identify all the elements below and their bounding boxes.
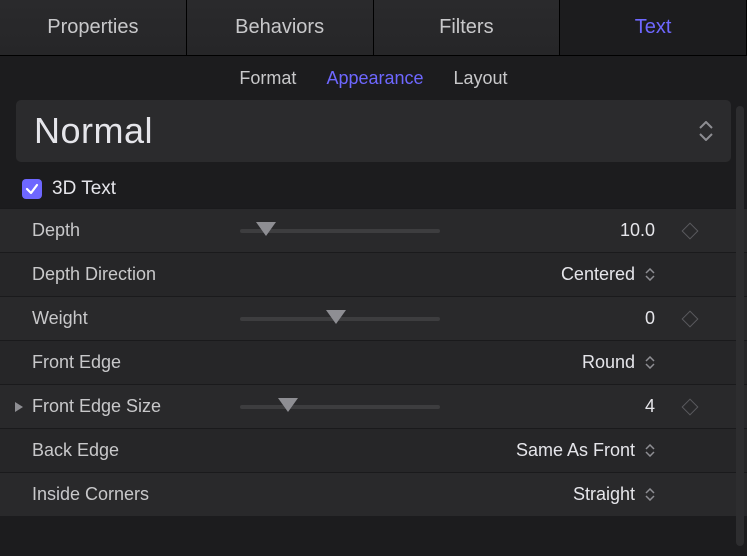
sub-tab-bar: Format Appearance Layout: [0, 60, 747, 96]
param-label: Front Edge: [32, 352, 121, 373]
select-depth-direction[interactable]: Centered: [475, 264, 655, 285]
row-front-edge-size: Front Edge Size 4: [0, 384, 747, 428]
param-label: Front Edge Size: [32, 396, 161, 417]
param-label: Weight: [32, 308, 88, 329]
keyframe-icon[interactable]: [682, 222, 699, 239]
slider-thumb[interactable]: [326, 310, 346, 324]
value-front-edge-size[interactable]: 4: [475, 396, 655, 417]
tab-properties[interactable]: Properties: [0, 0, 187, 55]
param-label: Depth Direction: [32, 264, 156, 285]
param-label: Back Edge: [32, 440, 119, 461]
select-front-edge[interactable]: Round: [475, 352, 655, 373]
keyframe-icon[interactable]: [682, 310, 699, 327]
slider-thumb[interactable]: [256, 222, 276, 236]
section-header-3d-text: 3D Text: [0, 172, 747, 208]
row-depth: Depth 10.0: [0, 208, 747, 252]
tab-behaviors[interactable]: Behaviors: [187, 0, 374, 55]
disclosure-triangle-icon[interactable]: [14, 401, 28, 413]
row-inside-corners: Inside Corners Straight: [0, 472, 747, 516]
select-back-edge[interactable]: Same As Front: [475, 440, 655, 461]
value-weight[interactable]: 0: [475, 308, 655, 329]
slider-thumb[interactable]: [278, 398, 298, 412]
section-title: 3D Text: [52, 178, 116, 200]
preset-label: Normal: [34, 110, 153, 152]
chevron-up-down-icon: [645, 268, 655, 281]
chevron-up-down-icon: [699, 121, 713, 141]
row-weight: Weight 0: [0, 296, 747, 340]
select-inside-corners[interactable]: Straight: [475, 484, 655, 505]
param-label: Depth: [32, 220, 80, 241]
tab-text[interactable]: Text: [560, 0, 747, 55]
scrollbar[interactable]: [736, 106, 744, 546]
main-tab-bar: Properties Behaviors Filters Text: [0, 0, 747, 56]
tab-filters[interactable]: Filters: [374, 0, 561, 55]
param-label: Inside Corners: [32, 484, 149, 505]
slider-weight[interactable]: [240, 317, 440, 321]
slider-depth[interactable]: [240, 229, 440, 233]
row-front-edge: Front Edge Round: [0, 340, 747, 384]
checkbox-3d-text[interactable]: [22, 179, 42, 199]
chevron-up-down-icon: [645, 444, 655, 457]
row-back-edge: Back Edge Same As Front: [0, 428, 747, 472]
chevron-up-down-icon: [645, 488, 655, 501]
subtab-format[interactable]: Format: [239, 68, 296, 89]
row-depth-direction: Depth Direction Centered: [0, 252, 747, 296]
parameter-list: Depth 10.0 Depth Direction Centered Weig…: [0, 208, 747, 516]
keyframe-icon[interactable]: [682, 398, 699, 415]
value-depth[interactable]: 10.0: [475, 220, 655, 241]
chevron-up-down-icon: [645, 356, 655, 369]
subtab-appearance[interactable]: Appearance: [326, 68, 423, 89]
subtab-layout[interactable]: Layout: [454, 68, 508, 89]
slider-front-edge-size[interactable]: [240, 405, 440, 409]
preset-picker[interactable]: Normal: [16, 100, 731, 162]
